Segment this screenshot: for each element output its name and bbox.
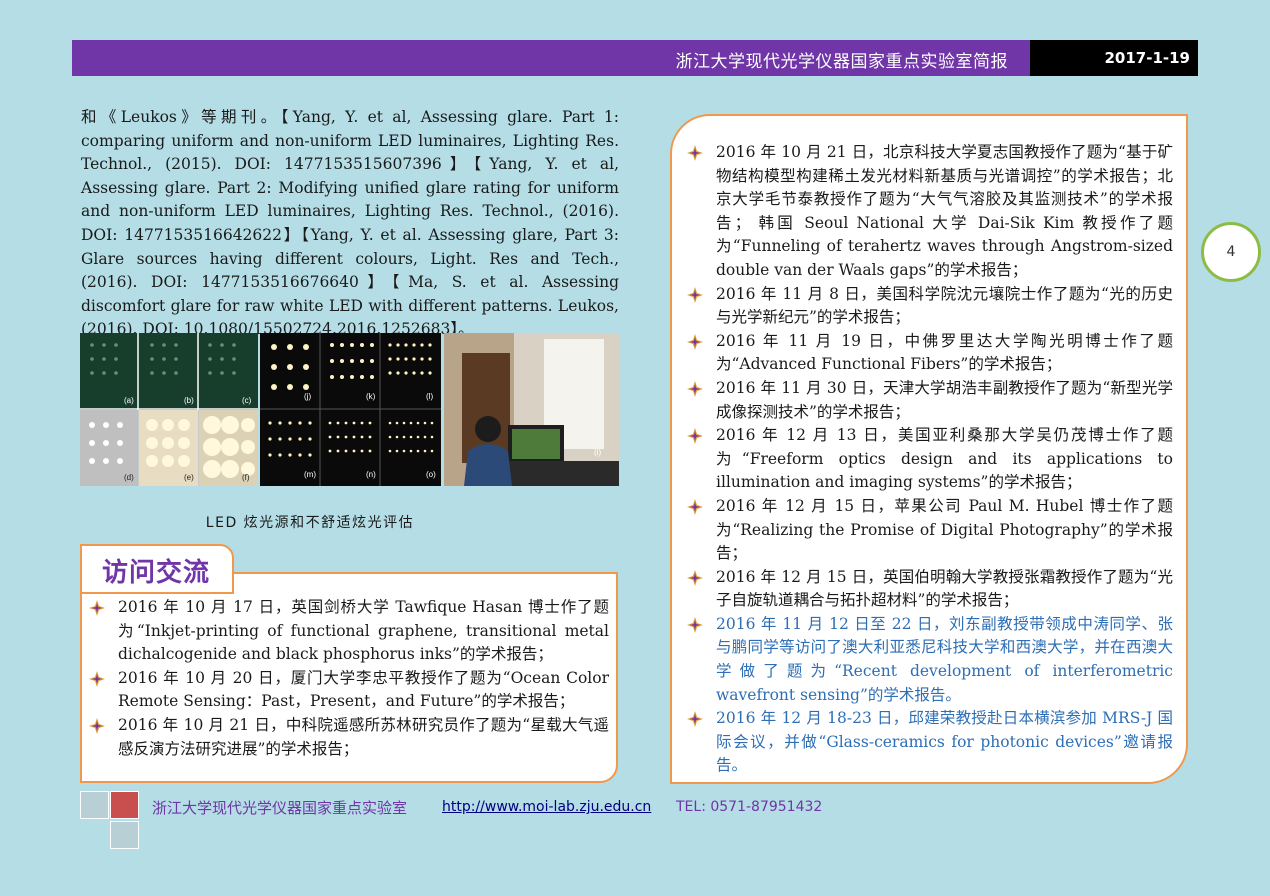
diamond-bullet-icon (687, 286, 703, 303)
diamond-bullet-icon (687, 145, 703, 161)
header-date-box: 2017-1-19 (1030, 40, 1198, 76)
panel-label-j: (j) (304, 392, 311, 401)
list-item-text: 2016 年 10 月 21 日，中科院遥感所苏林研究员作了题为“星载大气遥感反… (118, 715, 609, 758)
header-date: 2017-1-19 (1104, 49, 1190, 67)
diamond-bullet-icon (687, 711, 703, 728)
panel-label-e: (e) (184, 473, 194, 482)
list-item: 2016 年 10 月 20 日，厦门大学李忠平教授作了题为“Ocean Col… (88, 667, 609, 714)
list-item-text: 2016 年 11 月 12 日至 22 日，刘东副教授带领成中涛同学、张与鹏同… (716, 614, 1173, 704)
lecture-list-right: 2016 年 10 月 21 日，北京科技大学夏志国教授作了题为“基于矿物结构模… (686, 141, 1173, 778)
list-item: 2016 年 11 月 8 日，美国科学院沈元壤院士作了题为“光的历史与光学新纪… (686, 283, 1173, 330)
list-item-text: 2016 年 12 月 18-23 日，邱建荣教授赴日本横滨参加 MRS-J 国… (716, 709, 1173, 775)
header-title: 浙江大学现代光学仪器国家重点实验室简报 (675, 52, 1008, 72)
list-item-text: 2016 年 12 月 15 日，苹果公司 Paul M. Hubel 博士作了… (716, 496, 1173, 563)
list-item-text: 2016 年 11 月 30 日，天津大学胡浩丰副教授作了题为“新型光学成像探测… (716, 378, 1173, 421)
section-title: 访问交流 (102, 558, 211, 588)
panel-label-c: (c) (242, 396, 252, 405)
panel-label-d: (d) (124, 473, 134, 482)
list-item-text: 2016 年 10 月 21 日，北京科技大学夏志国教授作了题为“基于矿物结构模… (716, 143, 1173, 279)
panel-label-a: (a) (124, 396, 134, 405)
citation-text: 和《Leukos》等期刊。【Yang, Y. et al, Assessing … (81, 108, 619, 339)
list-item: 2016 年 12 月 18-23 日，邱建荣教授赴日本横滨参加 MRS-J 国… (686, 707, 1173, 778)
section-tab: 访问交流 (80, 544, 234, 594)
page-number: 4 (1201, 222, 1261, 282)
list-item-text: 2016 年 11 月 8 日，美国科学院沈元壤院士作了题为“光的历史与光学新纪… (716, 284, 1173, 327)
panel-label-o: (o) (426, 470, 436, 479)
footer-website-link[interactable]: http://www.moi-lab.zju.edu.cn (442, 799, 651, 815)
led-pattern-image-2: (j) (k) (l) (m) (n) (o) (260, 333, 441, 486)
list-item: 2016 年 11 月 30 日，天津大学胡浩丰副教授作了题为“新型光学成像探测… (686, 377, 1173, 424)
footer-org-name: 浙江大学现代光学仪器国家重点实验室 (152, 799, 408, 817)
exchange-list-left: 2016 年 10 月 17 日，英国剑桥大学 Tawfique Hasan 博… (88, 596, 609, 761)
panel-label-b: (b) (184, 396, 194, 405)
list-item-text: 2016 年 11 月 19 日，中佛罗里达大学陶光明博士作了题为“Advanc… (716, 331, 1173, 374)
figure-caption: LED 炫光源和不舒适炫光评估 (205, 515, 415, 531)
list-item-text: 2016 年 12 月 15 日，英国伯明翰大学教授张霜教授作了题为“光子自旋轨… (716, 567, 1173, 610)
led-pattern-image-1: (a) (b) (c) (d) (e) (f) (80, 333, 258, 486)
panel-label-l: (l) (426, 392, 433, 401)
list-item: 2016 年 12 月 13 日，美国亚利桑那大学吴仍茂博士作了题为“Freef… (686, 424, 1173, 495)
diamond-bullet-icon (89, 600, 105, 616)
panel-label-n: (n) (366, 470, 376, 479)
list-item-text: 2016 年 10 月 17 日，英国剑桥大学 Tawfique Hasan 博… (118, 598, 609, 664)
footer-logo-squares (80, 791, 140, 849)
diamond-bullet-icon (89, 670, 105, 687)
panel-label-m: (m) (304, 470, 316, 479)
diamond-bullet-icon (687, 428, 703, 445)
list-item: 2016 年 12 月 15 日，苹果公司 Paul M. Hubel 博士作了… (686, 495, 1173, 566)
figure-row: (a) (b) (c) (d) (e) (f) (j) (k) (l) (m) … (80, 333, 620, 486)
list-item: 2016 年 11 月 12 日至 22 日，刘东副教授带领成中涛同学、张与鹏同… (686, 613, 1173, 707)
citation-block: 和《Leukos》等期刊。【Yang, Y. et al, Assessing … (81, 106, 619, 342)
panel-label-k: (k) (366, 392, 376, 401)
diamond-bullet-icon (687, 333, 703, 350)
list-item: 2016 年 10 月 21 日，中科院遥感所苏林研究员作了题为“星载大气遥感反… (88, 714, 609, 761)
panel-label-f: (f) (242, 473, 250, 482)
header-bar: 浙江大学现代光学仪器国家重点实验室简报 (72, 40, 1030, 76)
list-item: 2016 年 10 月 17 日，英国剑桥大学 Tawfique Hasan 博… (88, 596, 609, 667)
diamond-bullet-icon (687, 569, 703, 586)
diamond-bullet-icon (89, 717, 105, 734)
list-item-text: 2016 年 10 月 20 日，厦门大学李忠平教授作了题为“Ocean Col… (118, 668, 609, 711)
diamond-bullet-icon (687, 616, 703, 633)
diamond-bullet-icon (687, 380, 703, 397)
list-item-text: 2016 年 12 月 13 日，美国亚利桑那大学吴仍茂博士作了题为“Freef… (716, 426, 1173, 492)
panel-label-i: (i) (594, 448, 601, 457)
list-item: 2016 年 12 月 15 日，英国伯明翰大学教授张霜教授作了题为“光子自旋轨… (686, 566, 1173, 613)
glare-experiment-photo: (i) (444, 333, 619, 486)
footer-telephone: TEL: 0571-87951432 (676, 799, 823, 815)
list-item: 2016 年 11 月 19 日，中佛罗里达大学陶光明博士作了题为“Advanc… (686, 330, 1173, 377)
diamond-bullet-icon (687, 498, 703, 515)
list-item: 2016 年 10 月 21 日，北京科技大学夏志国教授作了题为“基于矿物结构模… (686, 141, 1173, 283)
